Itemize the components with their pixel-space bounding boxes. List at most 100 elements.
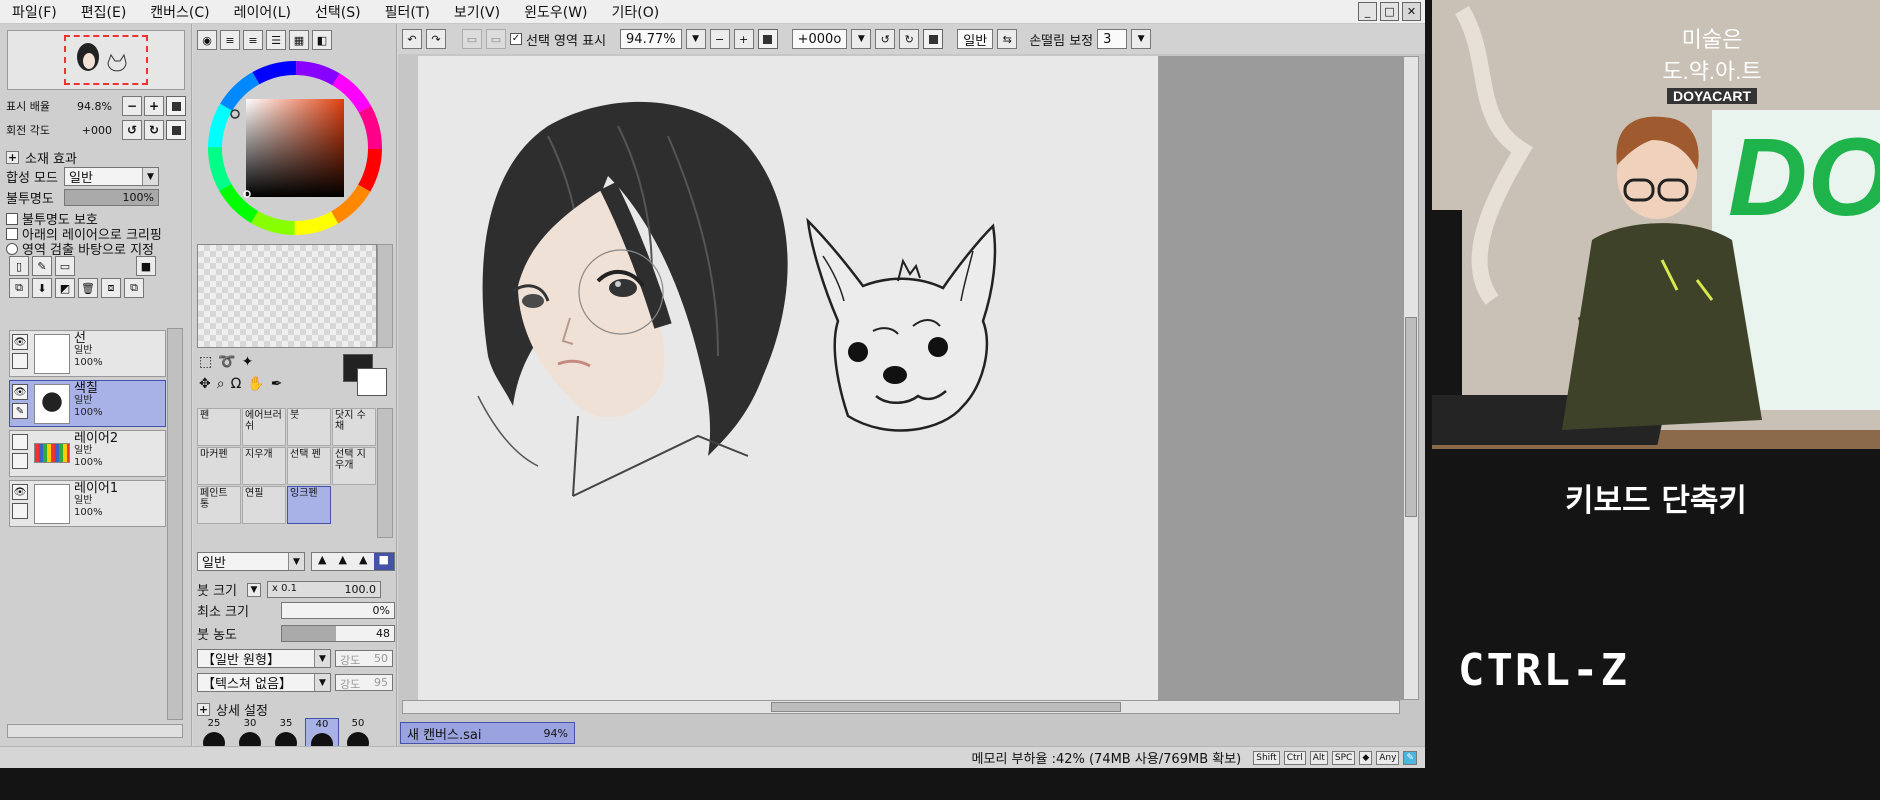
tool-select-eraser[interactable]: 선택 지우개 bbox=[332, 447, 376, 485]
zoom-out-button[interactable]: − bbox=[122, 96, 142, 116]
layer-lock-toggle[interactable] bbox=[12, 453, 28, 469]
visibility-toggle[interactable] bbox=[12, 434, 28, 450]
menu-other[interactable]: 기타(O) bbox=[600, 2, 672, 22]
zoom-out-button[interactable]: − bbox=[709, 29, 730, 49]
menu-layer[interactable]: 레이어(L) bbox=[222, 2, 303, 22]
opacity-slider[interactable]: 100% bbox=[64, 189, 159, 206]
layer-lock-toggle[interactable] bbox=[12, 353, 28, 369]
layer-item[interactable]: 레이어2 일반 100% bbox=[9, 430, 166, 477]
undo-icon[interactable]: ↶ bbox=[402, 29, 422, 49]
edge-soft-icon[interactable]: ▲ bbox=[312, 553, 333, 570]
color-wheel-mode-icon[interactable]: ◉ bbox=[197, 30, 217, 50]
brush-size-slider[interactable]: x 0.1 100.0 bbox=[267, 581, 381, 598]
rotate-right-button[interactable]: ↻ bbox=[899, 29, 920, 49]
edge-hard-icon[interactable]: ▲ bbox=[353, 553, 374, 570]
edge-square-icon[interactable]: ■ bbox=[373, 553, 394, 570]
new-vector-layer-icon[interactable]: ✎ bbox=[32, 256, 52, 276]
layer-list-hscrollbar[interactable] bbox=[7, 724, 183, 738]
lasso-icon[interactable]: ➰ bbox=[218, 354, 235, 370]
palette-mode-icon[interactable]: ▦ bbox=[289, 30, 309, 50]
merge-down-icon[interactable]: ⬇ bbox=[32, 278, 52, 298]
tool-eraser[interactable]: 지우개 bbox=[242, 447, 286, 485]
hsv-slider-mode-icon[interactable]: ≡ bbox=[243, 30, 263, 50]
merge-visible-icon[interactable]: ⧈ bbox=[101, 278, 121, 298]
brush-edge-selector[interactable]: ▲ ▲ ▲ ■ bbox=[311, 552, 395, 571]
navigator-viewport-frame[interactable] bbox=[64, 35, 148, 85]
layer-item-selected[interactable]: 👁 ✎ 색칠 일반 100% bbox=[9, 380, 166, 427]
menu-canvas[interactable]: 캔버스(C) bbox=[138, 2, 221, 22]
eye-icon[interactable]: 👁 bbox=[12, 484, 28, 500]
navigator-preview[interactable] bbox=[7, 30, 185, 90]
scratchpad-scrollbar[interactable] bbox=[377, 244, 393, 348]
scratchpad-mode-icon[interactable]: ◧ bbox=[312, 30, 332, 50]
tool-grid-scrollbar[interactable] bbox=[377, 408, 393, 538]
texture-strength-slider[interactable]: 강도 95 bbox=[335, 674, 393, 691]
flatten-icon[interactable]: ⧉ bbox=[124, 278, 144, 298]
brush-lock-icon[interactable]: ✎ bbox=[12, 403, 28, 419]
tool-pencil[interactable]: 연필 bbox=[242, 486, 286, 524]
selection-source-radio[interactable] bbox=[6, 242, 18, 255]
canvas-rotation-field[interactable]: +000ο bbox=[791, 29, 848, 49]
tool-ink-pen[interactable]: 잉크펜 bbox=[287, 486, 331, 524]
show-selection-checkbox[interactable]: ✓ bbox=[510, 33, 522, 45]
menu-window[interactable]: 윈도우(W) bbox=[512, 2, 599, 22]
layer-item[interactable]: 👁 레이어1 일반 100% bbox=[9, 480, 166, 527]
zoom-reset-button[interactable] bbox=[166, 96, 186, 116]
brush-texture-select[interactable]: 【텍스쳐 없음】 ▼ bbox=[197, 673, 331, 692]
zoom-in-button[interactable]: + bbox=[733, 29, 754, 49]
invert-selection-icon[interactable]: ▭ bbox=[486, 29, 506, 49]
edge-medium-icon[interactable]: ▲ bbox=[333, 553, 354, 570]
layer-list-scrollbar[interactable] bbox=[167, 328, 183, 720]
zoom-in-button[interactable]: + bbox=[144, 96, 164, 116]
menu-file[interactable]: 파일(F) bbox=[0, 2, 69, 22]
eyedropper-icon[interactable]: ✒ bbox=[271, 376, 283, 392]
rect-select-icon[interactable]: ⬚ bbox=[199, 354, 212, 370]
rotation-reset-button[interactable] bbox=[923, 29, 944, 49]
canvas-vertical-scrollbar[interactable] bbox=[1403, 56, 1419, 700]
eye-icon[interactable]: 👁 bbox=[12, 384, 28, 400]
scrollbar-thumb[interactable] bbox=[1405, 317, 1417, 517]
min-size-slider[interactable]: 0% bbox=[281, 602, 395, 619]
magic-wand-icon[interactable]: ✦ bbox=[242, 354, 254, 370]
color-wheel[interactable] bbox=[205, 58, 385, 238]
stabilizer-field[interactable]: 3 bbox=[1097, 29, 1128, 49]
layer-item[interactable]: 👁 선 일반 100% bbox=[9, 330, 166, 377]
blend-mode-select[interactable]: 일반 ▼ bbox=[64, 167, 159, 186]
rotation-reset-button[interactable] bbox=[166, 120, 186, 140]
maximize-button[interactable]: □ bbox=[1380, 2, 1399, 21]
tool-pen[interactable]: 펜 bbox=[197, 408, 241, 446]
swatch-mode-icon[interactable]: ☰ bbox=[266, 30, 286, 50]
eye-icon[interactable]: 👁 bbox=[12, 334, 28, 350]
delete-layer-icon[interactable]: 🗑 bbox=[78, 278, 98, 298]
chevron-down-icon[interactable]: ▼ bbox=[851, 29, 872, 49]
density-slider[interactable]: 48 bbox=[281, 625, 395, 642]
new-folder-icon[interactable]: ▭ bbox=[55, 256, 75, 276]
hand-icon[interactable]: ✋ bbox=[247, 376, 264, 392]
tool-marker[interactable]: 마커펜 bbox=[197, 447, 241, 485]
tool-bucket[interactable]: 페인트 통 bbox=[197, 486, 241, 524]
tool-brush[interactable]: 붓 bbox=[287, 408, 331, 446]
rotate-icon[interactable]: Ω bbox=[231, 376, 242, 392]
scrollbar-thumb[interactable] bbox=[771, 702, 1121, 712]
secondary-color-swatch[interactable] bbox=[357, 368, 387, 396]
close-button[interactable]: ✕ bbox=[1402, 2, 1421, 21]
flip-horizontal-icon[interactable]: ⇆ bbox=[997, 29, 1018, 49]
rgb-slider-mode-icon[interactable]: ≡ bbox=[220, 30, 240, 50]
tool-select-pen[interactable]: 선택 펜 bbox=[287, 447, 331, 485]
brush-shape-select[interactable]: 【일반 원형】 ▼ bbox=[197, 649, 331, 668]
minimize-button[interactable]: _ bbox=[1358, 2, 1377, 21]
chevron-down-icon[interactable]: ▼ bbox=[1131, 29, 1152, 49]
drawing-canvas[interactable] bbox=[418, 56, 1158, 700]
new-layer-icon[interactable]: ▯ bbox=[9, 256, 29, 276]
tool-airbrush[interactable]: 에어브러쉬 bbox=[242, 408, 286, 446]
color-scratchpad[interactable] bbox=[197, 244, 377, 348]
zoom-icon[interactable]: ⌕ bbox=[217, 376, 225, 392]
menu-view[interactable]: 보기(V) bbox=[442, 2, 512, 22]
protect-opacity-checkbox[interactable] bbox=[6, 212, 18, 225]
shape-strength-slider[interactable]: 강도 50 bbox=[335, 650, 393, 667]
zoom-reset-button[interactable] bbox=[757, 29, 778, 49]
layer-mask-icon[interactable]: ■ bbox=[136, 256, 156, 276]
rotate-left-button[interactable]: ↺ bbox=[122, 120, 142, 140]
deselect-icon[interactable]: ▭ bbox=[462, 29, 482, 49]
menu-edit[interactable]: 편집(E) bbox=[69, 2, 139, 22]
